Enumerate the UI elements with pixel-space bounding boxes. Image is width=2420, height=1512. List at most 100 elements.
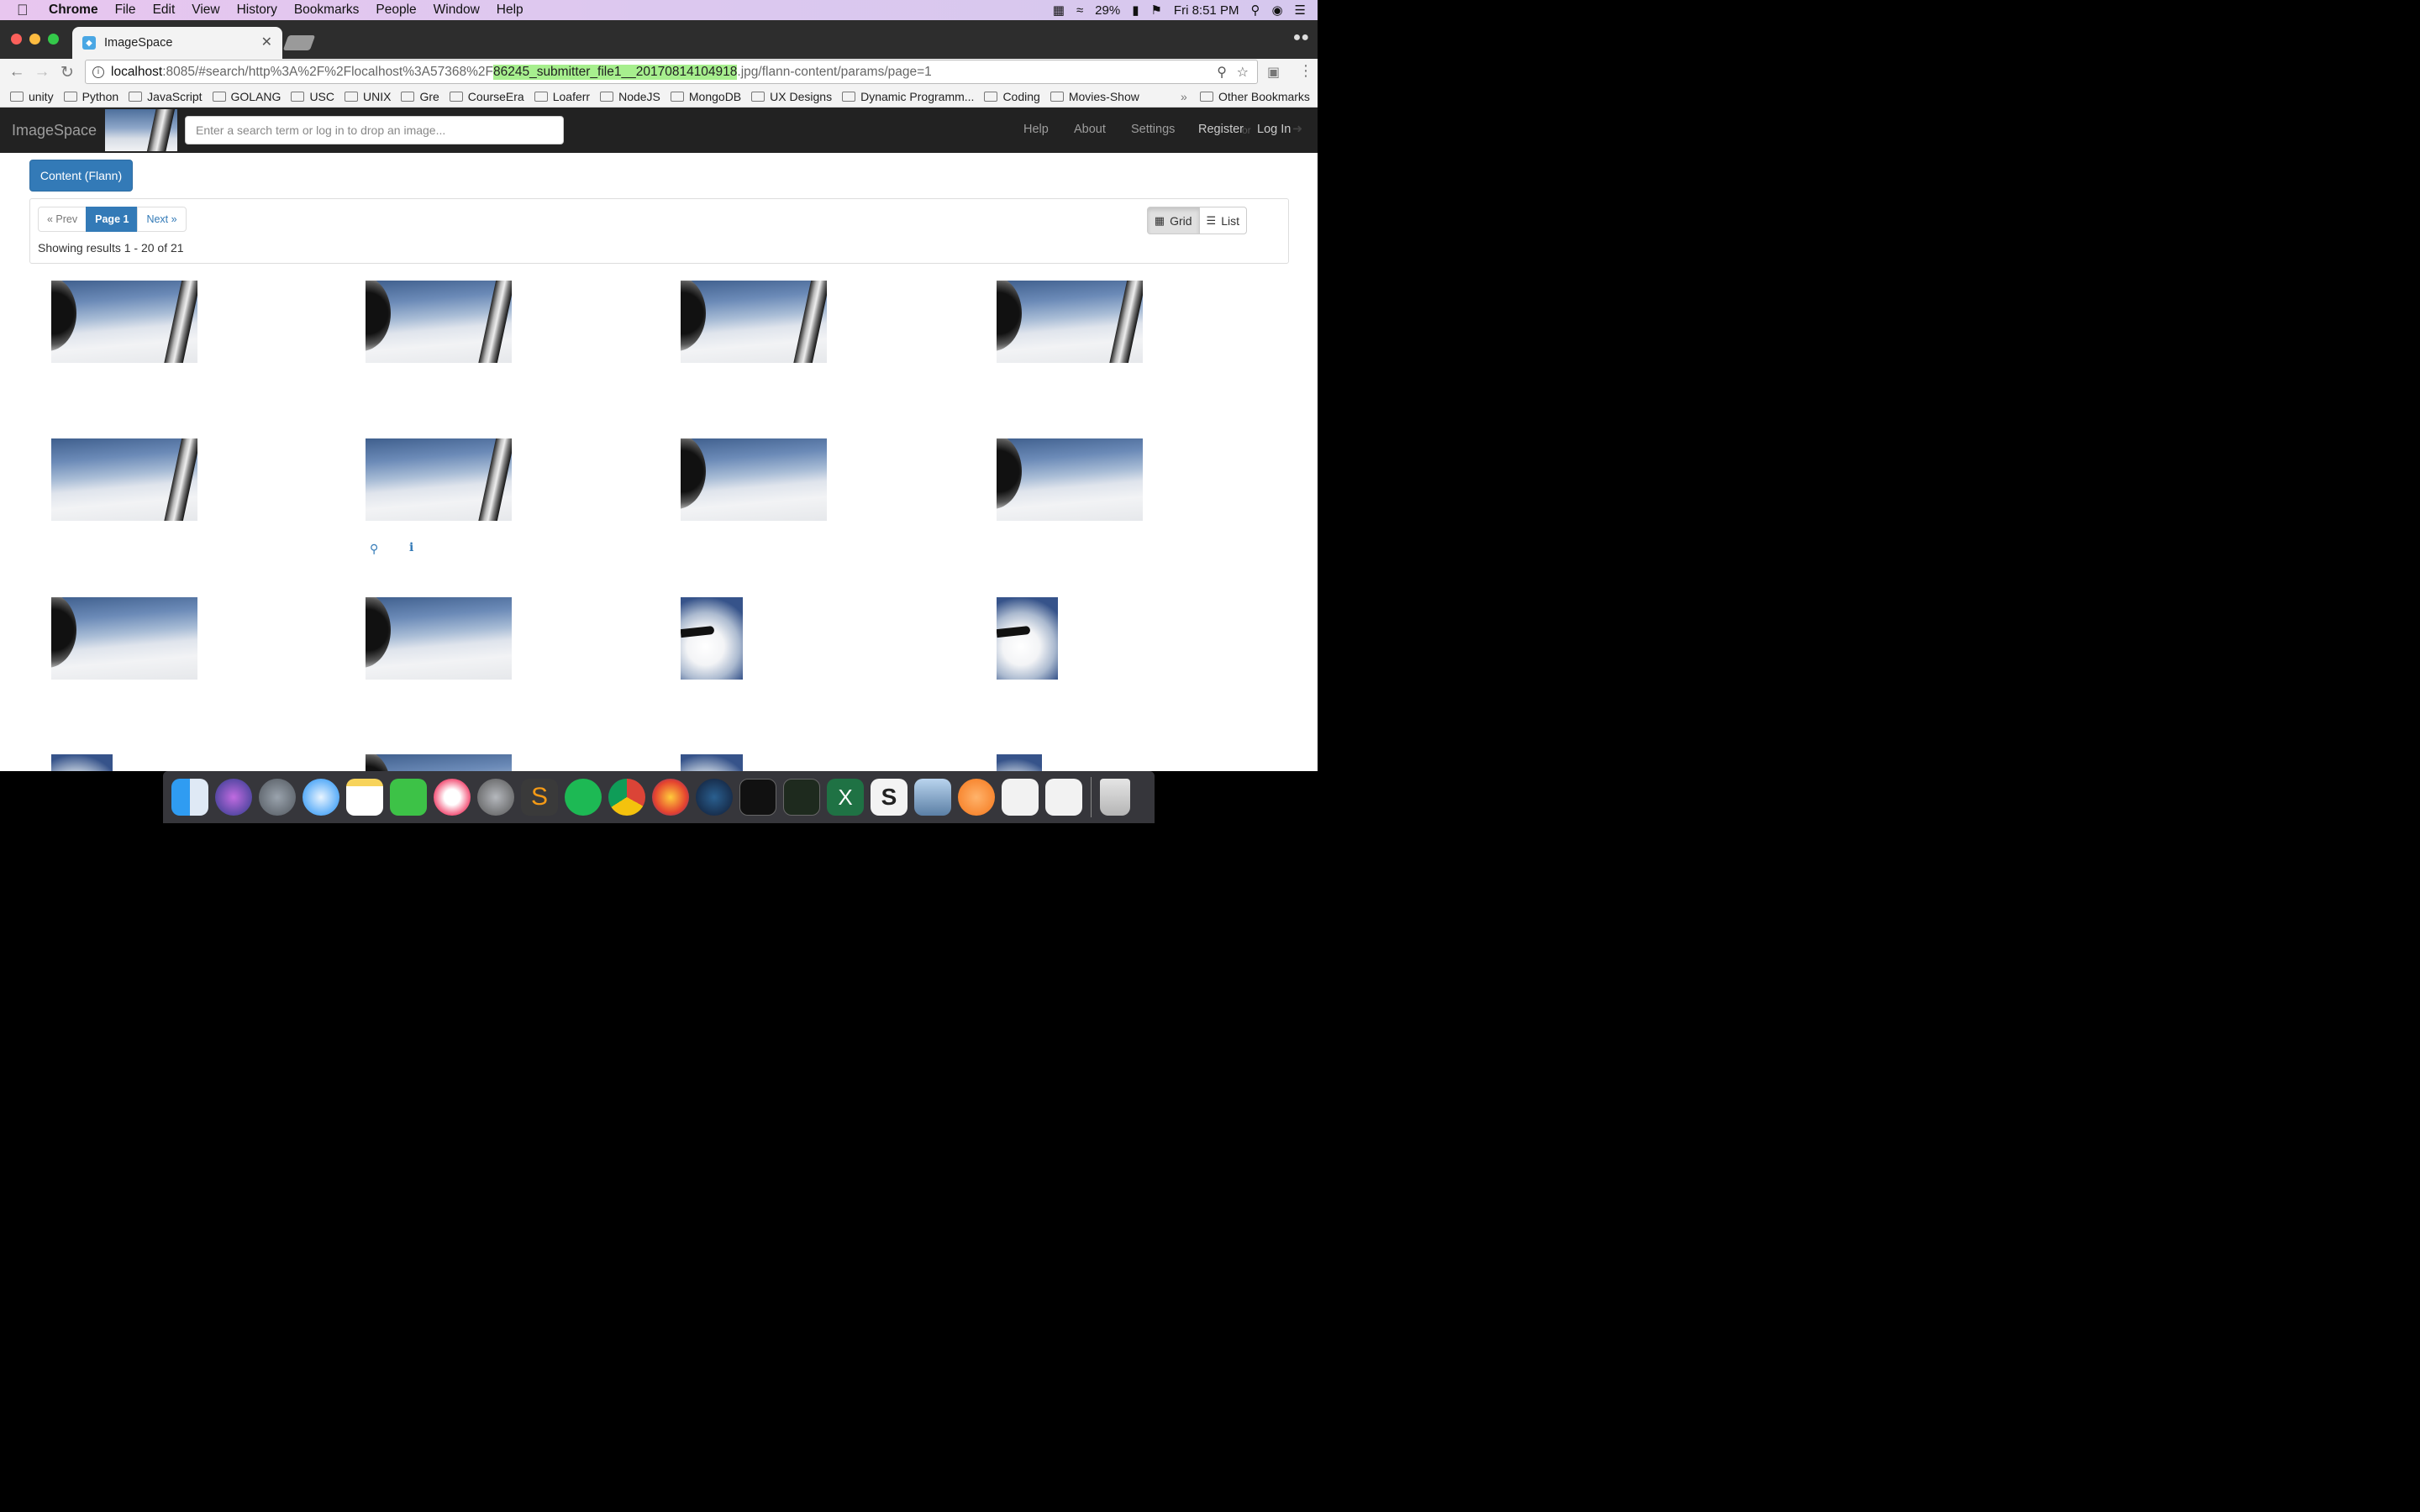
bookmark-nodejs[interactable]: NodeJS (600, 90, 660, 103)
bookmark-unix[interactable]: UNIX (345, 90, 391, 103)
zoom-icon[interactable]: ⚲ (1217, 64, 1227, 81)
result-image[interactable] (681, 597, 743, 680)
itunes-icon[interactable] (434, 779, 471, 816)
reload-icon[interactable]: ↻ (59, 63, 76, 82)
back-icon[interactable]: ← (8, 63, 25, 81)
result-image[interactable] (681, 754, 743, 771)
result-image[interactable] (997, 754, 1042, 771)
current-page-button[interactable]: Page 1 (86, 207, 139, 232)
result-image[interactable] (51, 281, 197, 363)
tab-imagespace[interactable]: ◆ ImageSpace ✕ (72, 27, 282, 59)
java-icon[interactable] (1002, 779, 1039, 816)
launchpad-icon[interactable] (259, 779, 296, 816)
result-image[interactable] (366, 281, 512, 363)
bookmark-usc[interactable]: USC (291, 90, 334, 103)
sublime-text-icon[interactable]: S (521, 779, 558, 816)
menubar-clock[interactable]: Fri 8:51 PM (1174, 3, 1239, 18)
incognito-icon[interactable]: ●● (1293, 30, 1309, 45)
new-tab-button[interactable] (282, 35, 316, 50)
terminal-icon[interactable] (739, 779, 776, 816)
search-icon[interactable]: ⚲ (370, 542, 378, 556)
notification-center-icon[interactable]: ☰ (1295, 3, 1306, 18)
result-image[interactable] (51, 438, 197, 521)
cast-icon[interactable]: ▣ (1267, 64, 1280, 81)
siri-icon[interactable]: ◉ (1271, 3, 1282, 18)
menu-help[interactable]: Help (497, 3, 523, 18)
list-view-button[interactable]: ☰ List (1198, 207, 1247, 234)
result-image[interactable] (681, 281, 827, 363)
result-image[interactable] (997, 597, 1058, 680)
login-icon[interactable]: ➜ (1292, 123, 1302, 136)
bookmark-coding[interactable]: Coding (984, 90, 1040, 103)
result-image[interactable] (51, 597, 197, 680)
steam-icon[interactable] (696, 779, 733, 816)
bookmark-unity[interactable]: unity (10, 90, 54, 103)
sketch-icon[interactable]: S (871, 779, 908, 816)
nav-login[interactable]: Log In (1257, 123, 1291, 136)
close-tab-icon[interactable]: ✕ (261, 34, 272, 50)
bookmark-courseera[interactable]: CourseEra (449, 90, 524, 103)
bookmark-gre[interactable]: Gre (401, 90, 439, 103)
bookmark-javascript[interactable]: JavaScript (129, 90, 203, 103)
content-flann-button[interactable]: Content (Flann) (29, 160, 133, 192)
chrome-icon[interactable] (608, 779, 645, 816)
result-image[interactable] (366, 438, 512, 521)
battery-percent[interactable]: 29% (1095, 3, 1120, 18)
docker-icon[interactable]: ▦ (1053, 3, 1065, 18)
flag-icon[interactable]: ⚑ (1150, 3, 1161, 18)
bookmark-dynamic-programming[interactable]: Dynamic Programm... (842, 90, 974, 103)
menu-history[interactable]: History (237, 3, 277, 18)
bookmark-other[interactable]: Other Bookmarks (1200, 90, 1310, 103)
activity-monitor-icon[interactable] (783, 779, 820, 816)
spotify-icon[interactable] (565, 779, 602, 816)
bookmark-mongodb[interactable]: MongoDB (670, 90, 741, 103)
excel-icon[interactable]: X (827, 779, 864, 816)
siri-dock-icon[interactable] (215, 779, 252, 816)
menu-window[interactable]: Window (434, 3, 480, 18)
wifi-icon[interactable]: ≈ (1076, 3, 1083, 18)
nav-help[interactable]: Help (1023, 123, 1049, 136)
result-image[interactable] (997, 438, 1143, 521)
brand-logo[interactable]: ImageSpace (12, 122, 97, 139)
trash-icon[interactable] (1100, 779, 1130, 816)
result-image[interactable] (997, 281, 1143, 363)
bookmark-ux-designs[interactable]: UX Designs (751, 90, 832, 103)
menu-bookmarks[interactable]: Bookmarks (294, 3, 360, 18)
apple-icon[interactable]:  (17, 2, 34, 19)
safari-icon[interactable] (302, 779, 339, 816)
forward-icon[interactable]: → (34, 63, 50, 81)
menu-view[interactable]: View (192, 3, 219, 18)
bookmark-loaferr[interactable]: Loaferr (534, 90, 590, 103)
menu-edit[interactable]: Edit (153, 3, 176, 18)
facetime-icon[interactable] (390, 779, 427, 816)
notes-icon[interactable] (346, 779, 383, 816)
nav-settings[interactable]: Settings (1131, 123, 1175, 136)
prev-page-button[interactable]: « Prev (38, 207, 87, 232)
result-image[interactable] (366, 754, 512, 771)
grid-view-button[interactable]: ▦ Grid (1146, 207, 1200, 234)
zoom-window-icon[interactable] (48, 34, 59, 45)
minimize-window-icon[interactable] (29, 34, 40, 45)
finder-icon[interactable] (171, 779, 208, 816)
site-info-icon[interactable]: i (92, 66, 104, 78)
menu-file[interactable]: File (115, 3, 136, 18)
bookmark-star-icon[interactable]: ☆ (1237, 64, 1249, 81)
bookmark-golang[interactable]: GOLANG (212, 90, 281, 103)
spotlight-icon[interactable]: ⚲ (1250, 3, 1260, 18)
menu-app-chrome[interactable]: Chrome (49, 3, 98, 18)
menu-people[interactable]: People (376, 3, 416, 18)
bookmark-python[interactable]: Python (63, 90, 118, 103)
battery-icon[interactable]: ▮ (1132, 3, 1139, 18)
preview-icon[interactable] (914, 779, 951, 816)
info-icon[interactable]: i (409, 541, 413, 554)
result-image[interactable] (366, 597, 512, 680)
firefox-icon[interactable] (652, 779, 689, 816)
close-window-icon[interactable] (11, 34, 22, 45)
next-page-button[interactable]: Next » (137, 207, 187, 232)
chrome-menu-icon[interactable]: ⋮ (1298, 62, 1313, 80)
result-image[interactable] (681, 438, 827, 521)
nav-register[interactable]: Register (1198, 123, 1244, 136)
address-bar[interactable]: i localhost:8085/#search/http%3A%2F%2Flo… (85, 60, 1258, 84)
postman-icon[interactable] (958, 779, 995, 816)
bookmarks-overflow-icon[interactable]: » (1181, 90, 1187, 103)
